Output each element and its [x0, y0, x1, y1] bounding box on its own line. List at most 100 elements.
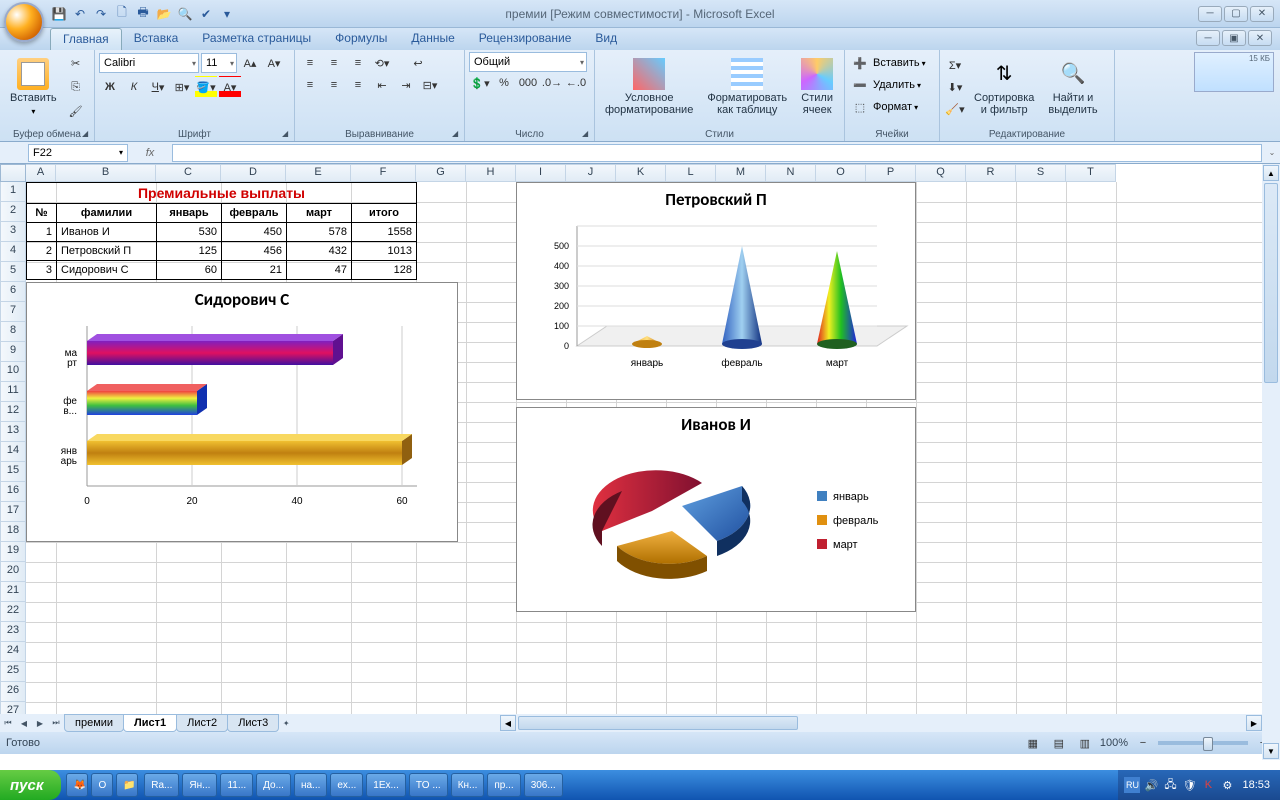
font-name-combo[interactable]: Calibri: [99, 53, 199, 73]
row-header[interactable]: 17: [0, 502, 26, 522]
close-button[interactable]: ✕: [1250, 6, 1274, 22]
align-center-icon[interactable]: ≡: [323, 74, 345, 96]
italic-button[interactable]: К: [123, 76, 145, 98]
sheet-tab[interactable]: Лист3: [227, 714, 279, 732]
autosum-icon[interactable]: Σ▾: [944, 54, 966, 76]
sheet-first-icon[interactable]: ⏮: [0, 715, 16, 731]
fx-icon[interactable]: fx: [140, 147, 160, 159]
col-header[interactable]: D: [221, 164, 286, 182]
chart-sidorovich[interactable]: Сидорович С: [26, 282, 458, 542]
quicklaunch-icon[interactable]: 📁: [116, 773, 138, 797]
taskbar-item[interactable]: До...: [256, 773, 291, 797]
quicklaunch-icon[interactable]: 🦊: [66, 773, 88, 797]
expand-formula-icon[interactable]: ⌄: [1264, 148, 1280, 157]
copy-icon[interactable]: ⎘: [65, 76, 87, 98]
row-header[interactable]: 6: [0, 282, 26, 302]
font-size-combo[interactable]: 11: [201, 53, 237, 73]
taskbar-item[interactable]: пр...: [487, 773, 520, 797]
new-icon[interactable]: 🗋: [113, 5, 131, 23]
tray-icon[interactable]: 🛡: [1181, 777, 1197, 793]
currency-icon[interactable]: 💲▾: [469, 72, 491, 94]
taskbar-item[interactable]: ex...: [330, 773, 363, 797]
row-header[interactable]: 8: [0, 322, 26, 342]
font-color-icon[interactable]: A▾: [219, 76, 241, 98]
start-button[interactable]: пуск: [0, 770, 61, 800]
col-header[interactable]: P: [866, 164, 916, 182]
tab-review[interactable]: Рецензирование: [467, 28, 584, 50]
row-header[interactable]: 23: [0, 622, 26, 642]
row-header[interactable]: 14: [0, 442, 26, 462]
tab-formulas[interactable]: Формулы: [323, 28, 399, 50]
col-header[interactable]: F: [351, 164, 416, 182]
row-header[interactable]: 21: [0, 582, 26, 602]
taskbar-item[interactable]: TO ...: [409, 773, 448, 797]
tray-icon[interactable]: ⚙: [1219, 777, 1235, 793]
row-header[interactable]: 13: [0, 422, 26, 442]
merge-icon[interactable]: ⊟▾: [419, 74, 441, 96]
format-table-button[interactable]: Форматировать как таблицу: [701, 56, 793, 118]
align-top-icon[interactable]: ≡: [299, 52, 321, 74]
number-format-combo[interactable]: Общий: [469, 52, 587, 72]
view-normal-icon[interactable]: ▦: [1022, 732, 1044, 754]
col-header[interactable]: O: [816, 164, 866, 182]
col-header[interactable]: L: [666, 164, 716, 182]
decrease-indent-icon[interactable]: ⇤: [371, 74, 393, 96]
delete-cells-label[interactable]: Удалить: [873, 79, 915, 91]
cell-styles-button[interactable]: Стили ячеек: [795, 56, 839, 118]
clear-icon[interactable]: 🧹▾: [944, 98, 966, 120]
col-header[interactable]: K: [616, 164, 666, 182]
print-icon[interactable]: 🖶: [134, 5, 152, 23]
format-cells-label[interactable]: Формат: [873, 101, 912, 113]
tray-icon[interactable]: 🔊: [1143, 777, 1159, 793]
row-header[interactable]: 9: [0, 342, 26, 362]
col-header[interactable]: S: [1016, 164, 1066, 182]
maximize-button[interactable]: ▢: [1224, 6, 1248, 22]
row-header[interactable]: 16: [0, 482, 26, 502]
row-header[interactable]: 19: [0, 542, 26, 562]
doc-close-button[interactable]: ✕: [1248, 30, 1272, 46]
select-all-corner[interactable]: [0, 164, 26, 182]
col-header[interactable]: G: [416, 164, 466, 182]
cells[interactable]: Премиальные выплаты №фамилииянварьфеврал…: [26, 182, 1280, 732]
row-header[interactable]: 25: [0, 662, 26, 682]
tab-insert[interactable]: Вставка: [122, 28, 191, 50]
col-header[interactable]: A: [26, 164, 56, 182]
col-header[interactable]: H: [466, 164, 516, 182]
row-header[interactable]: 2: [0, 202, 26, 222]
align-middle-icon[interactable]: ≡: [323, 52, 345, 74]
col-header[interactable]: I: [516, 164, 566, 182]
clock[interactable]: 18:53: [1238, 779, 1274, 791]
taskbar-item[interactable]: Ra...: [144, 773, 179, 797]
taskbar-item[interactable]: 306...: [524, 773, 563, 797]
row-header[interactable]: 26: [0, 682, 26, 702]
fill-icon[interactable]: ⬇▾: [944, 76, 966, 98]
open-icon[interactable]: 📂: [155, 5, 173, 23]
border-icon[interactable]: ⊞▾: [171, 76, 193, 98]
sheet-tab[interactable]: Лист2: [176, 714, 228, 732]
row-header[interactable]: 10: [0, 362, 26, 382]
increase-decimal-icon[interactable]: .0→: [541, 72, 563, 94]
align-bottom-icon[interactable]: ≡: [347, 52, 369, 74]
underline-button[interactable]: Ч▾: [147, 76, 169, 98]
qat-more-icon[interactable]: ▾: [218, 5, 236, 23]
horizontal-scrollbar[interactable]: ◀ ▶: [500, 714, 1262, 732]
row-header[interactable]: 7: [0, 302, 26, 322]
redo-icon[interactable]: ↷: [92, 5, 110, 23]
col-header[interactable]: T: [1066, 164, 1116, 182]
clipboard-dialog-icon[interactable]: ◢: [82, 129, 92, 139]
taskbar-item[interactable]: 11...: [220, 773, 253, 797]
decrease-decimal-icon[interactable]: ←.0: [565, 72, 587, 94]
chart-ivanov[interactable]: Иванов И январь февраль март: [516, 407, 916, 612]
sheet-last-icon[interactable]: ⏭: [48, 715, 64, 731]
zoom-slider[interactable]: [1158, 741, 1248, 745]
tray-icon[interactable]: K: [1200, 777, 1216, 793]
view-layout-icon[interactable]: ▤: [1048, 732, 1070, 754]
tab-page-layout[interactable]: Разметка страницы: [190, 28, 323, 50]
minimize-button[interactable]: ─: [1198, 6, 1222, 22]
col-header[interactable]: N: [766, 164, 816, 182]
orientation-icon[interactable]: ⟲▾: [371, 52, 393, 74]
conditional-format-button[interactable]: Условное форматирование: [599, 56, 699, 118]
col-header[interactable]: C: [156, 164, 221, 182]
bold-button[interactable]: Ж: [99, 76, 121, 98]
insert-cells-icon[interactable]: ➕: [849, 52, 871, 74]
